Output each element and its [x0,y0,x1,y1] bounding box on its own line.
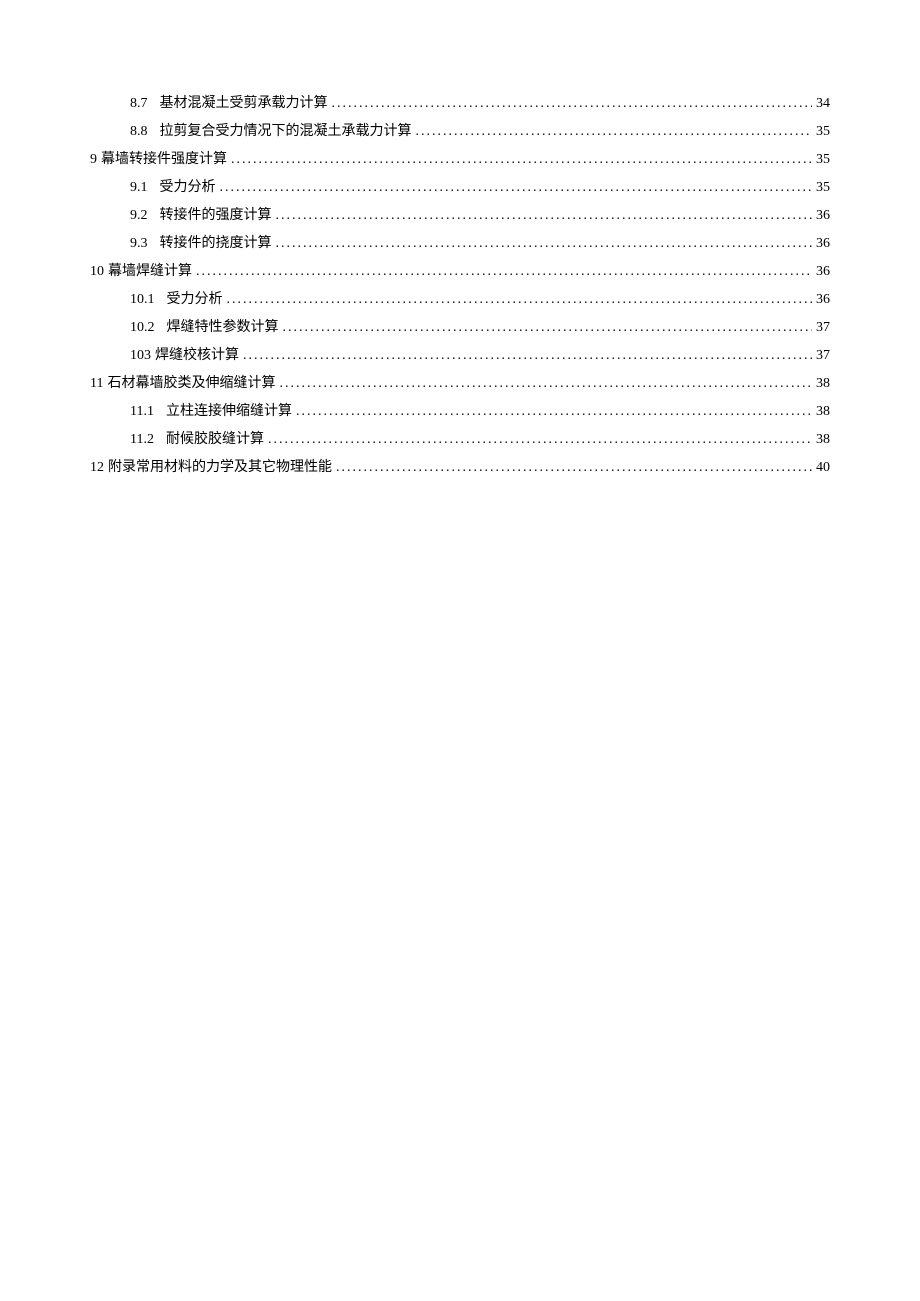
toc-entry-number: 11.1 [130,398,154,426]
toc-entry-title: 立柱连接伸缩缝计算 [166,398,292,426]
toc-entry-title: 基材混凝土受剪承载力计算 [160,90,328,118]
toc-entry-page: 36 [816,202,830,230]
toc-entry-number: 103 [130,342,151,370]
toc-leader-dots [296,398,812,426]
toc-entry-number: 10 [90,258,104,286]
toc-entry-page: 37 [816,314,830,342]
toc-entry-page: 34 [816,90,830,118]
toc-entry-title: 转接件的强度计算 [160,202,272,230]
toc-entry: 103焊缝校核计算 37 [90,342,830,370]
toc-entry-number: 8.7 [130,90,148,118]
toc-entry: 12附录常用材料的力学及其它物理性能 40 [90,454,830,482]
toc-entry-number: 9.3 [130,230,148,258]
toc-entry-page: 36 [816,286,830,314]
toc-entry-page: 36 [816,230,830,258]
toc-leader-dots [276,202,813,230]
toc-entry-title: 焊缝校核计算 [155,342,239,370]
toc-entry: 8.8 拉剪复合受力情况下的混凝土承载力计算 35 [90,118,830,146]
toc-leader-dots [276,230,813,258]
toc-entry-number: 8.8 [130,118,148,146]
toc-leader-dots [416,118,813,146]
toc-entry-page: 38 [816,370,830,398]
toc-entry: 9幕墙转接件强度计算 35 [90,146,830,174]
toc-entry-number: 11 [90,370,103,398]
toc-entry-page: 35 [816,174,830,202]
toc-entry-title: 幕墙焊缝计算 [108,258,192,286]
toc-entry-title: 幕墙转接件强度计算 [101,146,227,174]
toc-entry-page: 36 [816,258,830,286]
toc-entry-title: 受力分析 [167,286,223,314]
toc-entry: 11.1 立柱连接伸缩缝计算 38 [90,398,830,426]
toc-entry-number: 11.2 [130,426,154,454]
toc-entry-title: 焊缝特性参数计算 [167,314,279,342]
toc-entry: 9.1 受力分析 35 [90,174,830,202]
toc-entry-number: 12 [90,454,104,482]
toc-entry: 9.3 转接件的挠度计算 36 [90,230,830,258]
toc-entry: 9.2 转接件的强度计算 36 [90,202,830,230]
toc-entry-page: 37 [816,342,830,370]
toc-entry-title: 耐候胶胶缝计算 [166,426,264,454]
toc-leader-dots [279,370,812,398]
toc-entry-page: 40 [816,454,830,482]
toc-leader-dots [336,454,812,482]
toc-entry-title: 受力分析 [160,174,216,202]
toc-entry-page: 35 [816,118,830,146]
toc-entry: 11石材幕墙胶类及伸缩缝计算 38 [90,370,830,398]
toc-leader-dots [196,258,812,286]
toc-entry-number: 10.1 [130,286,155,314]
toc-entry: 8.7 基材混凝土受剪承载力计算 34 [90,90,830,118]
toc-entry-page: 38 [816,398,830,426]
toc-leader-dots [243,342,812,370]
toc-leader-dots [220,174,813,202]
table-of-contents: 8.7 基材混凝土受剪承载力计算 34 8.8 拉剪复合受力情况下的混凝土承载力计算 35… [90,90,830,482]
toc-leader-dots [283,314,813,342]
toc-leader-dots [332,90,813,118]
toc-entry-number: 9.2 [130,202,148,230]
toc-entry-title: 附录常用材料的力学及其它物理性能 [108,454,332,482]
toc-entry-page: 38 [816,426,830,454]
toc-entry-number: 10.2 [130,314,155,342]
toc-entry-title: 拉剪复合受力情况下的混凝土承载力计算 [160,118,412,146]
toc-entry: 10幕墙焊缝计算 36 [90,258,830,286]
toc-entry-number: 9 [90,146,97,174]
toc-entry: 10.1 受力分析 36 [90,286,830,314]
toc-entry: 11.2 耐候胶胶缝计算 38 [90,426,830,454]
toc-leader-dots [268,426,812,454]
toc-entry: 10.2 焊缝特性参数计算 37 [90,314,830,342]
toc-entry-page: 35 [816,146,830,174]
toc-entry-number: 9.1 [130,174,148,202]
toc-entry-title: 石材幕墙胶类及伸缩缝计算 [107,370,275,398]
toc-entry-title: 转接件的挠度计算 [160,230,272,258]
toc-leader-dots [227,286,813,314]
toc-leader-dots [231,146,812,174]
